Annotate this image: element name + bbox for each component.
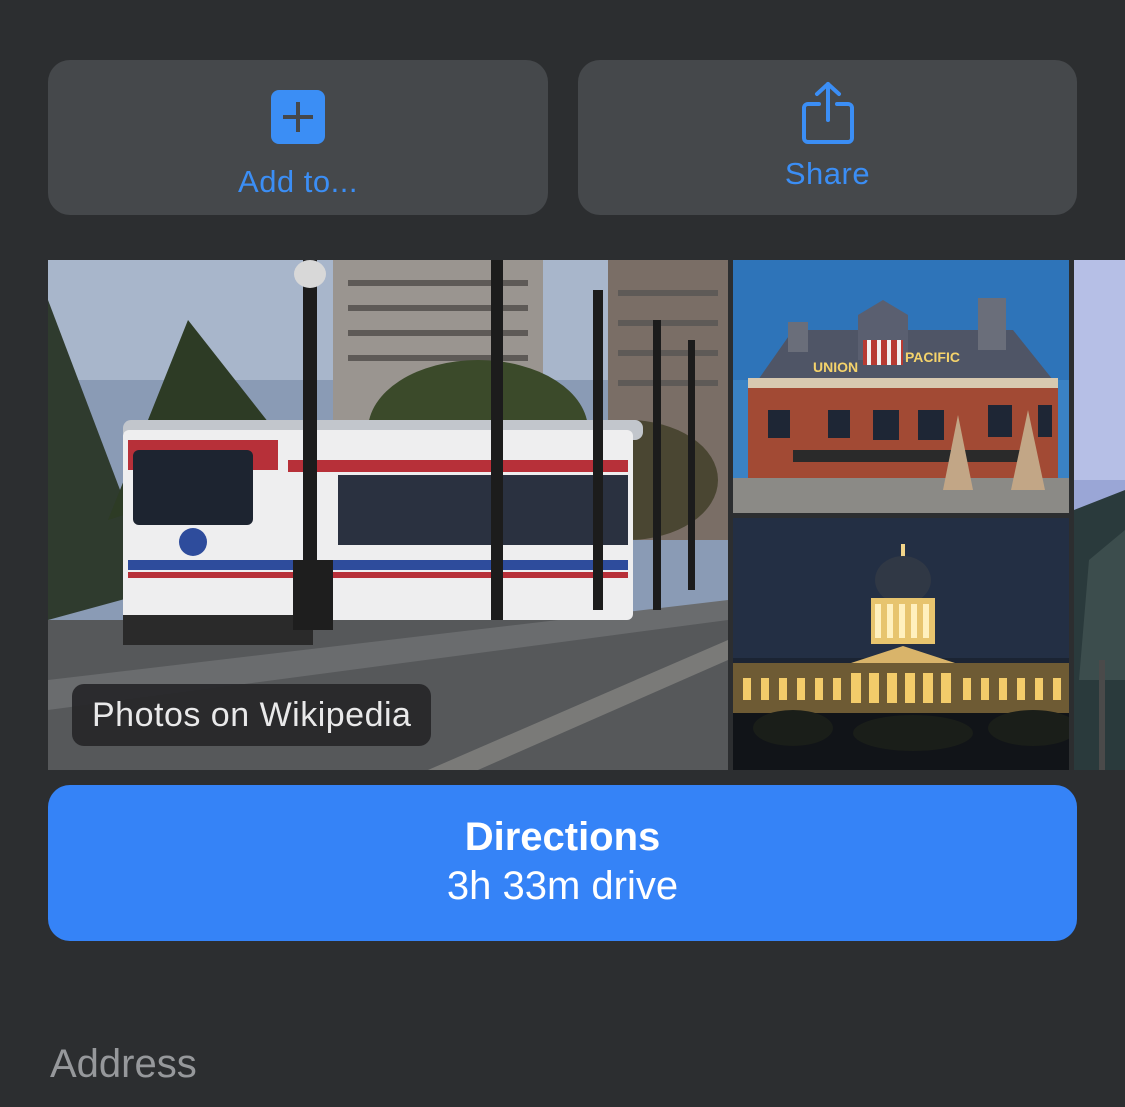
address-heading: Address	[50, 1042, 197, 1086]
photo-state-capitol[interactable]	[733, 518, 1069, 770]
partial-photo-image	[1074, 260, 1125, 770]
share-icon	[801, 82, 854, 144]
union-pacific-depot-image: UNION PACIFIC	[733, 260, 1069, 513]
directions-button[interactable]: Directions 3h 33m drive	[48, 785, 1077, 941]
photos-on-wikipedia-badge[interactable]: Photos on Wikipedia	[72, 684, 432, 746]
share-label: Share	[784, 156, 871, 191]
pacific-sign: PACIFIC	[905, 349, 960, 365]
directions-title: Directions	[464, 815, 661, 859]
state-capitol-image	[733, 518, 1069, 770]
union-sign: UNION	[813, 359, 858, 375]
add-to-button[interactable]: Add to...	[48, 60, 548, 215]
photo-union-pacific-depot[interactable]: UNION PACIFIC	[733, 260, 1069, 513]
drive-time: 3h 33m drive	[446, 864, 679, 908]
photo-partial-next[interactable]	[1074, 260, 1125, 770]
share-button[interactable]: Share	[578, 60, 1077, 215]
plus-square-icon	[271, 90, 325, 144]
add-to-label: Add to...	[238, 164, 358, 199]
